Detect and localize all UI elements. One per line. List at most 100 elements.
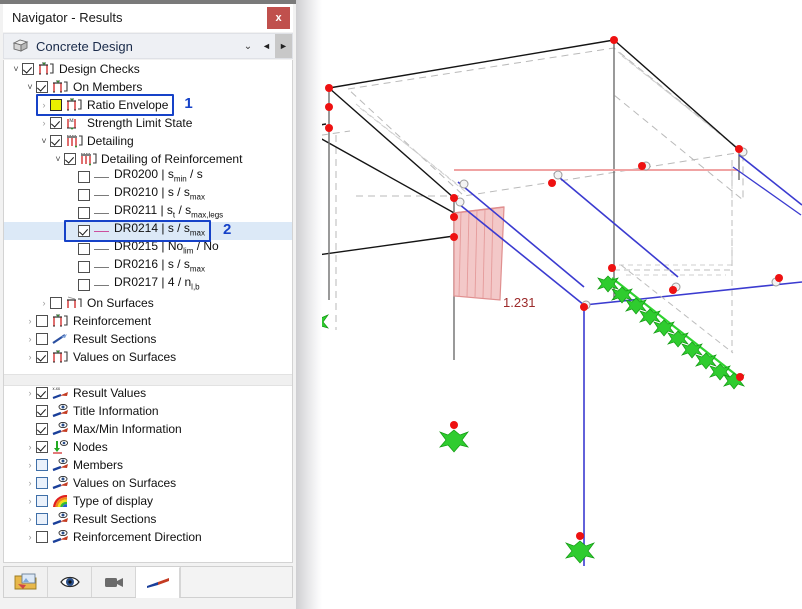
tree-item-result-sections-top[interactable]: › Result Sections [4, 330, 292, 348]
tree-item-label: On Members [73, 80, 143, 94]
result-section-icon [52, 334, 67, 344]
next-arrow-icon[interactable]: ► [275, 34, 292, 58]
svg-text:x.xx: x.xx [53, 386, 61, 391]
close-icon[interactable]: x [267, 7, 290, 29]
chevron-right-icon[interactable]: › [24, 474, 36, 492]
tree-checkbox-strength-limit-state[interactable] [50, 117, 62, 129]
tree-checkbox-detailing-of-reinforcement[interactable] [64, 153, 76, 165]
chevron-right-icon[interactable]: › [24, 330, 36, 348]
line-style-grey-icon [94, 194, 109, 196]
results-navigator-tab[interactable] [136, 567, 180, 598]
hinge-nodes [455, 147, 781, 310]
tree-checkbox-dr0210[interactable] [78, 189, 90, 201]
tree-item-label: Reinforcement Direction [73, 530, 202, 544]
tree-item-on-surfaces[interactable]: › On Surfaces [4, 294, 292, 312]
result-values-icon: x.xx [53, 386, 68, 400]
tree-checkbox-title-information[interactable] [36, 405, 48, 417]
tree-checkbox-type-of-display[interactable] [36, 495, 48, 507]
member-check-icon [53, 314, 68, 327]
tree-expander-placeholder [24, 420, 36, 438]
chevron-right-icon[interactable]: › [24, 438, 36, 456]
tree-checkbox-values-on-surfaces-btm[interactable] [36, 477, 48, 489]
tree-item-label: Type of display [73, 494, 154, 508]
support-symbols [302, 275, 746, 564]
tree-item-values-on-surfaces-btm[interactable]: › Values on Surfaces [4, 474, 292, 492]
tree-expander-placeholder [24, 402, 36, 420]
tree-item-members[interactable]: › Members [4, 456, 292, 474]
tree-item-maxmin-information[interactable]: Max/Min Information [4, 420, 292, 438]
views-navigator-tab[interactable] [92, 567, 136, 597]
tree-checkbox-result-sections-btm[interactable] [36, 513, 48, 525]
tree-item-label: Values on Surfaces [73, 350, 177, 364]
tree-checkbox-nodes[interactable] [36, 441, 48, 453]
tree-checkbox-dr0214[interactable] [78, 225, 90, 237]
tree-item-label: Ratio Envelope [87, 98, 169, 112]
tree-item-strength-limit-state[interactable]: › M Strength Limit State [4, 114, 292, 132]
tree-checkbox-reinforcement-direction[interactable] [36, 531, 48, 543]
chevron-right-icon[interactable]: › [24, 510, 36, 528]
tree-item-detailing[interactable]: ˅ Detailing [4, 132, 292, 150]
display-navigator-tab[interactable] [48, 567, 92, 597]
tree-checkbox-result-values[interactable] [36, 387, 48, 399]
design-type-combobox[interactable]: Concrete Design ⌄ ◄ ► [3, 33, 293, 59]
tree-checkbox-on-surfaces[interactable] [50, 297, 62, 309]
chevron-down-icon[interactable]: ˅ [24, 78, 36, 96]
detailing-icon [67, 135, 83, 148]
tree-item-title-information[interactable]: Title Information [4, 402, 292, 420]
chevron-right-icon[interactable]: › [24, 492, 36, 510]
chevron-down-icon[interactable]: ˅ [10, 60, 22, 78]
tree-checkbox-dr0216[interactable] [78, 261, 90, 273]
tree-checkbox-reinforcement[interactable] [36, 315, 48, 327]
chevron-right-icon[interactable]: › [24, 312, 36, 330]
chevron-down-icon[interactable]: ˅ [38, 132, 50, 150]
navigator-tree[interactable]: ˅ Design Checks ˅ On Members › Ratio Envelope… [3, 60, 293, 563]
chevron-down-icon[interactable]: ˅ [52, 150, 64, 168]
tree-item-result-sections-btm[interactable]: › Result Sections [4, 510, 292, 528]
tree-item-ratio-envelope[interactable]: › Ratio Envelope [4, 96, 292, 114]
tree-item-values-on-surfaces-top[interactable]: › Values on Surfaces [4, 348, 292, 366]
tree-checkbox-on-members[interactable] [36, 81, 48, 93]
tree-checkbox-detailing[interactable] [50, 135, 62, 147]
results-tree-section[interactable]: ˅ Design Checks ˅ On Members › Ratio Envelope… [4, 60, 292, 374]
tree-item-reinforcement-direction[interactable]: › Reinforcement Direction [4, 528, 292, 546]
chevron-right-icon[interactable]: › [24, 384, 36, 402]
model-viewport[interactable]: 1.231 [296, 0, 802, 609]
tree-checkbox-values-on-surfaces-top[interactable] [36, 351, 48, 363]
tree-checkbox-result-sections-top[interactable] [36, 333, 48, 345]
member-check-icon [39, 62, 54, 75]
display-tree-section[interactable]: › x.xx Result Values Title Information Max… [4, 384, 292, 562]
tree-checkbox-maxmin-information[interactable] [36, 423, 48, 435]
svg-text:M: M [69, 119, 74, 124]
tree-checkbox-dr0217[interactable] [78, 279, 90, 291]
chevron-right-icon[interactable]: › [24, 528, 36, 546]
tree-checkbox-dr0211[interactable] [78, 207, 90, 219]
chevron-right-icon[interactable]: › [24, 348, 36, 366]
chevron-right-icon[interactable]: › [24, 456, 36, 474]
tree-checkbox-members[interactable] [36, 459, 48, 471]
result-value-label: 1.231 [503, 295, 536, 310]
reinforcement-arrows [611, 277, 741, 379]
tree-item-result-values[interactable]: › x.xx Result Values [4, 384, 292, 402]
model-3d-view[interactable]: 1.231 [296, 0, 802, 609]
project-navigator-tab[interactable] [4, 567, 48, 597]
line-style-grey-icon [94, 212, 109, 214]
tree-item-on-members[interactable]: ˅ On Members [4, 78, 292, 96]
tree-expander-placeholder [66, 222, 78, 240]
tree-checkbox-design-checks[interactable] [22, 63, 34, 75]
navigator-tab-bar[interactable] [3, 566, 293, 598]
tree-checkbox-dr0215[interactable] [78, 243, 90, 255]
tree-item-dr0217[interactable]: DR0217 | 4 / nl,b [4, 275, 292, 294]
tree-item-design-checks[interactable]: ˅ Design Checks [4, 60, 292, 78]
viewport-edge-shadow [296, 0, 322, 609]
window-titlebar[interactable]: Navigator - Results x [3, 4, 293, 32]
tree-item-type-of-display[interactable]: › Type of display [4, 492, 292, 510]
chevron-down-icon[interactable]: ⌄ [238, 41, 258, 52]
chevron-right-icon[interactable]: › [38, 294, 50, 312]
previous-arrow-icon[interactable]: ◄ [258, 34, 275, 58]
tree-checkbox-ratio-envelope[interactable] [50, 99, 62, 111]
chevron-right-icon[interactable]: › [38, 114, 50, 132]
tree-checkbox-dr0200[interactable] [78, 171, 90, 183]
chevron-right-icon[interactable]: › [38, 96, 50, 114]
tree-item-nodes[interactable]: › Nodes [4, 438, 292, 456]
tree-item-reinforcement[interactable]: › Reinforcement [4, 312, 292, 330]
